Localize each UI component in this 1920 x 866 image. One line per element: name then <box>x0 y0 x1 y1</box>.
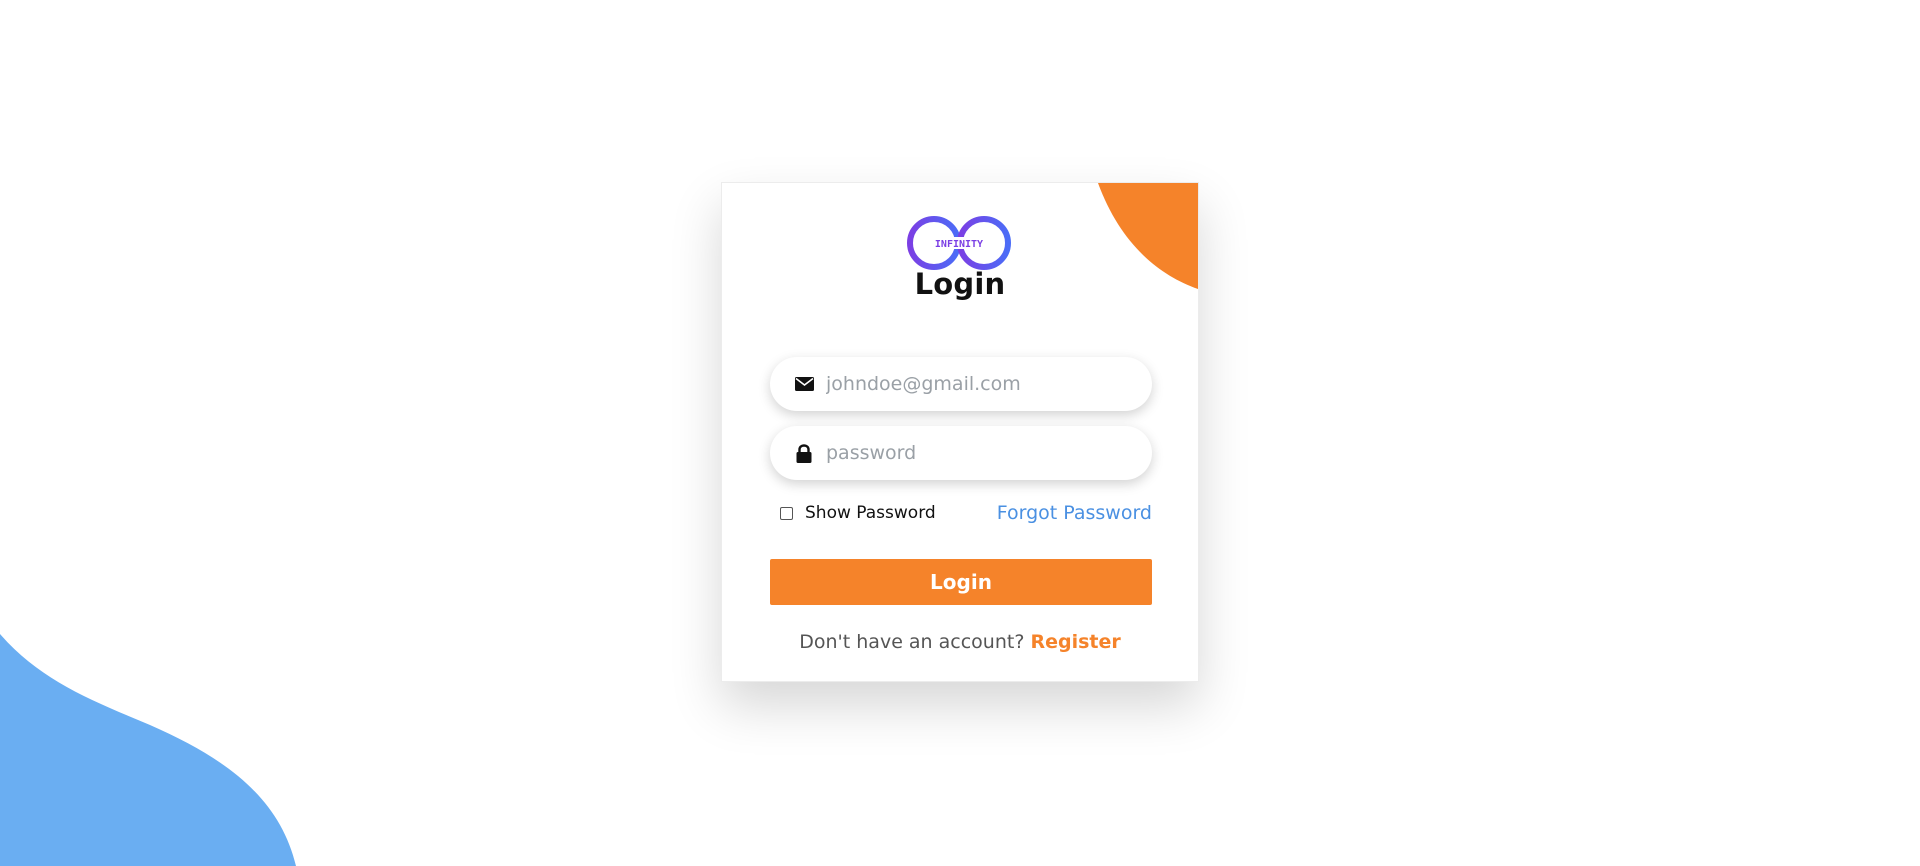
forgot-password-link[interactable]: Forgot Password <box>997 502 1152 524</box>
envelope-icon <box>794 374 814 394</box>
infinity-logo: INFINITY <box>904 213 1014 273</box>
login-page: INFINITY Login johndoe@gmail.com Show Pa… <box>0 0 1920 866</box>
logo-text: INFINITY <box>935 239 983 250</box>
page-title: Login <box>914 267 1006 301</box>
register-link[interactable]: Register <box>1030 631 1120 653</box>
password-input[interactable] <box>826 442 1126 464</box>
login-options-row: Show Password Forgot Password <box>770 499 1152 527</box>
show-password-label[interactable]: Show Password <box>805 503 936 523</box>
password-field-wrapper <box>770 426 1152 480</box>
show-password-checkbox[interactable] <box>780 506 793 520</box>
register-prompt-text: Don't have an account? <box>799 631 1031 653</box>
show-password-toggle[interactable]: Show Password <box>780 503 936 523</box>
login-card: INFINITY Login johndoe@gmail.com Show Pa… <box>721 182 1199 682</box>
lock-icon <box>794 443 814 463</box>
email-field-wrapper <box>770 357 1152 411</box>
register-prompt: Don't have an account? Register <box>722 631 1198 653</box>
email-input[interactable] <box>826 373 1126 395</box>
login-button[interactable]: Login <box>770 559 1152 605</box>
